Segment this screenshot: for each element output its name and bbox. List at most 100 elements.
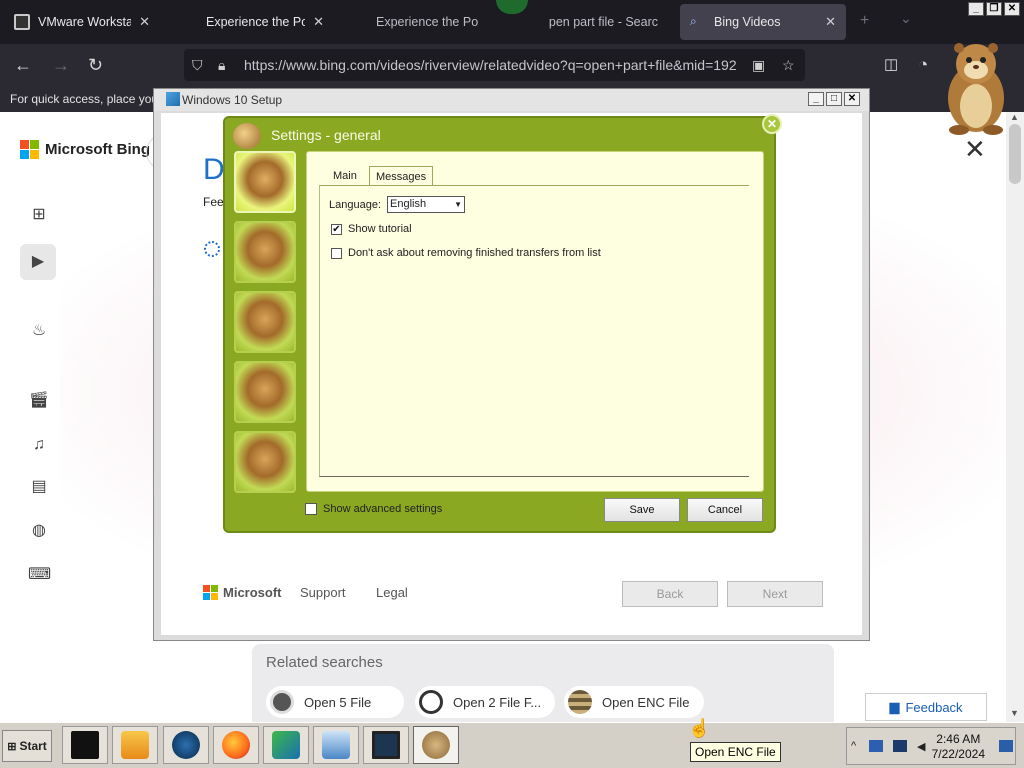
feedback-button[interactable]: ▆ Feedback xyxy=(865,693,987,721)
tab-bing-videos[interactable]: ⌕ Bing Videos ✕ xyxy=(680,4,846,40)
scroll-down-icon[interactable]: ▼ xyxy=(1010,708,1019,718)
minimize-icon[interactable]: _ xyxy=(808,92,824,106)
account-icon[interactable]: ◔ xyxy=(918,54,928,76)
microsoft-logo-icon xyxy=(182,14,198,30)
new-tab-icon[interactable]: + xyxy=(860,12,869,30)
address-bar[interactable]: ⛉ 🔒︎ https://www.bing.com/videos/rivervi… xyxy=(184,49,805,81)
show-advanced-checkbox[interactable] xyxy=(305,503,317,515)
related-chip[interactable]: Open ENC File xyxy=(564,686,704,718)
taskbar-app-media[interactable] xyxy=(112,726,158,764)
globe-icon xyxy=(172,731,200,759)
legal-link[interactable]: Legal xyxy=(376,585,408,600)
save-button[interactable]: Save xyxy=(604,498,680,522)
tab-title: Experience the Po xyxy=(376,15,479,29)
bing-logo[interactable]: Microsoft Bing xyxy=(20,140,150,159)
maximize-icon[interactable]: □ xyxy=(826,92,842,106)
language-label: Language: xyxy=(329,198,381,211)
vmware-icon xyxy=(14,14,30,30)
close-window-icon[interactable]: ✕ xyxy=(844,92,860,106)
close-icon[interactable]: ✕ xyxy=(139,14,150,30)
sidebar-sports-icon[interactable]: ◍ xyxy=(28,520,50,542)
bookmark-star-icon[interactable]: ☆ xyxy=(782,49,795,81)
taskbar-app-monitor[interactable] xyxy=(363,726,409,764)
monitor-icon xyxy=(372,731,400,759)
next-button[interactable]: Next xyxy=(727,581,823,607)
close-window-icon[interactable]: ✕ xyxy=(1004,2,1020,16)
forward-arrow-icon[interactable]: → xyxy=(52,54,70,76)
page-scrollbar[interactable]: ▲ ▼ xyxy=(1006,112,1024,722)
category-connection-icon[interactable] xyxy=(234,291,296,353)
category-downloads-icon[interactable] xyxy=(234,431,296,493)
taskbar-app-firefox[interactable] xyxy=(213,726,259,764)
hand-cursor-icon: ☝ xyxy=(688,718,711,738)
shield-icon[interactable]: ⛉ xyxy=(192,49,203,81)
start-button[interactable]: ⊞ Start xyxy=(2,730,52,762)
dropdown-arrow-icon: ▼ xyxy=(454,200,462,209)
restore-icon[interactable]: ❐ xyxy=(986,2,1002,16)
chip-label: Open 2 File F... xyxy=(453,694,542,710)
reload-icon[interactable]: ↻ xyxy=(88,54,103,76)
support-link[interactable]: Support xyxy=(300,585,346,600)
chevron-down-icon[interactable]: ⌄ xyxy=(900,10,912,27)
cancel-button[interactable]: Cancel xyxy=(687,498,763,522)
back-button[interactable]: Back xyxy=(622,581,718,607)
terminal-icon xyxy=(71,731,99,759)
setup-titlebar[interactable]: Windows 10 Setup _ □ ✕ xyxy=(154,89,869,111)
related-searches: Related searches Open 5 File Open 2 File… xyxy=(252,644,834,722)
close-icon[interactable]: ✕ xyxy=(313,14,324,30)
chip-thumbnail xyxy=(568,690,592,714)
taskbar-app-computer[interactable] xyxy=(313,726,359,764)
firefox-icon xyxy=(222,731,250,759)
chip-thumbnail xyxy=(270,690,294,714)
microsoft-logo-icon xyxy=(203,585,218,600)
sidebar-music-icon[interactable]: ♫ xyxy=(28,434,50,456)
sidebar-movies-icon[interactable]: 🎬︎ xyxy=(28,390,50,412)
browser-nav-bar: ← → ↻ ⛉ 🔒︎ https://www.bing.com/videos/r… xyxy=(0,44,1024,86)
pocket-icon[interactable]: ◫ xyxy=(884,54,898,76)
loading-spinner-icon xyxy=(204,241,220,257)
back-arrow-icon[interactable]: ← xyxy=(14,54,32,76)
display-icon[interactable] xyxy=(893,740,907,752)
brand-text: Microsoft xyxy=(223,585,282,600)
category-sound-icon[interactable] xyxy=(234,361,296,423)
sidebar-trending-icon[interactable]: ♨ xyxy=(28,320,50,342)
dont-ask-label: Don't ask about removing finished transf… xyxy=(348,247,601,259)
language-select[interactable]: English ▼ xyxy=(387,196,465,213)
language-row: Language: English ▼ xyxy=(329,196,465,213)
close-icon[interactable]: ✕ xyxy=(825,14,836,30)
taskbar-app-installer[interactable] xyxy=(263,726,309,764)
settings-panel: Main Messages Language: English ▼ ✔ Show… xyxy=(306,151,764,492)
tab-main[interactable]: Main xyxy=(327,166,363,186)
chevron-up-icon[interactable]: ^ xyxy=(851,740,865,752)
tab-title-tail: pen part file - Searc xyxy=(548,15,658,29)
sidebar-gaming-icon[interactable]: ⌨ xyxy=(28,564,51,586)
minimize-icon[interactable]: _ xyxy=(968,2,984,16)
volume-icon[interactable]: ◀ xyxy=(917,740,931,753)
clock-date: 7/22/2024 xyxy=(931,747,985,761)
related-chip[interactable]: Open 5 File xyxy=(266,686,404,718)
reader-view-icon[interactable]: ▣ xyxy=(752,49,765,81)
notification-icon[interactable] xyxy=(999,740,1013,752)
sidebar-news-icon[interactable]: ▤ xyxy=(28,476,50,498)
system-tray: ^ ◀ 2:46 AM 7/22/2024 xyxy=(846,727,1016,765)
show-tutorial-checkbox[interactable]: ✔ xyxy=(331,223,342,235)
taskbar-app-globe[interactable] xyxy=(163,726,209,764)
category-appearance-icon[interactable] xyxy=(234,221,296,283)
taskbar-app-settings[interactable] xyxy=(413,726,459,764)
bing-logo-text: Microsoft Bing xyxy=(45,141,150,158)
dont-ask-checkbox[interactable] xyxy=(331,247,342,259)
clock[interactable]: 2:46 AM 7/22/2024 xyxy=(932,732,985,762)
tab-vmware[interactable]: VMware Workstation ✕ xyxy=(4,4,160,40)
tab-experience-1[interactable]: Experience the Powe ✕ xyxy=(172,4,334,40)
category-general-icon[interactable] xyxy=(234,151,296,213)
network-icon[interactable] xyxy=(869,740,883,752)
tab-messages[interactable]: Messages xyxy=(369,166,434,186)
close-icon[interactable]: ✕ xyxy=(762,114,782,134)
taskbar-app-terminal[interactable] xyxy=(62,726,108,764)
sidebar-videos-icon[interactable]: ▶ xyxy=(20,244,56,280)
related-chip[interactable]: Open 2 File F... xyxy=(415,686,555,718)
url-text[interactable]: https://www.bing.com/videos/riverview/re… xyxy=(244,57,737,73)
close-icon[interactable]: ✕ xyxy=(964,134,986,165)
sidebar-add-icon[interactable]: ⊞ xyxy=(28,204,50,226)
lock-icon[interactable]: 🔒︎ xyxy=(218,49,225,81)
